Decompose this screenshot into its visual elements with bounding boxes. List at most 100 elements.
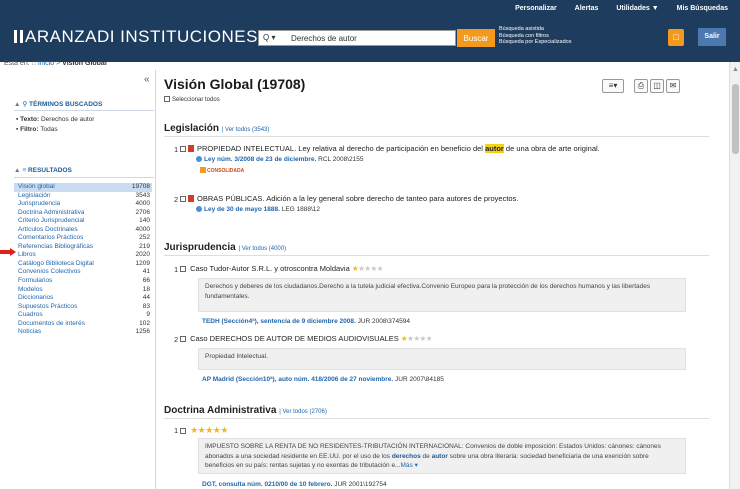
sidebar-item-result[interactable]: Legislación 3543 — [14, 192, 152, 201]
result-title[interactable]: ★★★★★ — [180, 425, 228, 436]
result-category-label[interactable]: Catálogo Biblioteca Digital — [18, 260, 94, 269]
logout-button[interactable]: Salir — [698, 28, 726, 46]
reference-link[interactable]: Ley núm. 3/2008 de 23 de diciembre. — [204, 156, 316, 163]
title-text[interactable]: Caso Tudor-Autor S.R.L. y otroscontra Mo… — [190, 264, 350, 273]
reference-link[interactable]: DGT, consulta núm. 0210/00 de 10 febrero… — [202, 481, 332, 488]
title-text[interactable]: PROPIEDAD INTELECTUAL. Ley relativa al d… — [197, 144, 483, 153]
result-category-label[interactable]: Diccionarios — [18, 294, 53, 303]
result-title[interactable]: OBRAS PÚBLICAS. Adición a la ley general… — [180, 194, 518, 203]
terms-header[interactable]: ▲ ⚲ TÉRMINOS BUSCADOS — [14, 100, 102, 108]
result-category-label[interactable]: Comentarios Prácticos — [18, 234, 83, 243]
results-list: Visión global 19708 Legislación 3543 Jurispr… — [14, 183, 152, 337]
print-icon[interactable]: ⎙ — [634, 79, 648, 93]
result-category-label[interactable]: Cuadros — [18, 311, 43, 320]
title-text[interactable]: Caso DERECHOS DE AUTOR DE MEDIOS AUDIOVI… — [190, 334, 399, 343]
result-category-label[interactable]: Supuestos Prácticos — [18, 303, 77, 312]
link-busqueda-especializados[interactable]: Búsqueda por Especializados — [499, 39, 571, 46]
result-category-label[interactable]: Documentos de interés — [18, 320, 85, 329]
scroll-up-icon[interactable]: ▲ — [732, 66, 739, 73]
sidebar-item-result[interactable]: Convenios Colectivos 41 — [14, 268, 152, 277]
result-category-label[interactable]: Modelos — [18, 286, 43, 295]
scrollbar-thumb[interactable] — [732, 84, 739, 154]
shopping-bag-icon[interactable]: □ — [668, 29, 684, 46]
sidebar-item-result[interactable]: Referencias Bibliográficas 219 — [14, 243, 152, 252]
save-icon[interactable]: ◫ — [650, 79, 664, 93]
sidebar-item-result[interactable]: Cuadros 9 — [14, 311, 152, 320]
item-number: 1 — [174, 145, 179, 154]
item-number: 1 — [174, 426, 179, 435]
reference-link[interactable]: Ley de 30 de mayo 1888. — [204, 206, 280, 213]
result-count: 9 — [146, 311, 150, 319]
result-category-label[interactable]: Visión global — [18, 183, 55, 192]
sidebar-item-result[interactable]: Supuestos Prácticos 83 — [14, 303, 152, 312]
link-mis-busquedas[interactable]: Mis Búsquedas — [677, 5, 728, 12]
search-button[interactable]: Buscar — [457, 29, 495, 47]
view-all-jurisprudencia[interactable]: | Ver todos (4000) — [238, 246, 286, 252]
item-checkbox[interactable] — [180, 266, 186, 272]
sidebar-item-result[interactable]: Doctrina Administrativa 2706 — [14, 209, 152, 218]
result-category-label[interactable]: Criterio Jurisprudencial — [18, 217, 84, 226]
result-category-label[interactable]: Doctrina Administrativa — [18, 209, 84, 218]
title-text[interactable]: OBRAS PÚBLICAS. Adición a la ley general… — [197, 194, 518, 203]
result-category-label[interactable]: Legislación — [18, 192, 51, 201]
reference-link[interactable]: TEDH (Sección4ª), sentencia de 9 diciemb… — [202, 318, 356, 325]
result-title[interactable]: Caso DERECHOS DE AUTOR DE MEDIOS AUDIOVI… — [180, 334, 432, 343]
scrollbar[interactable]: ▲ — [729, 62, 740, 489]
result-category-label[interactable]: Jurisprudencia — [18, 200, 60, 209]
result-category-label[interactable]: Formularios — [18, 277, 52, 286]
sort-dropdown-icon[interactable]: ≡▾ — [602, 79, 624, 93]
reference-link[interactable]: AP Madrid (Sección10ª), auto núm. 418/20… — [202, 376, 393, 383]
breadcrumb-home[interactable]: Inicio — [38, 60, 54, 67]
title-text-end[interactable]: de una obra de arte original. — [506, 144, 600, 153]
results-header[interactable]: ▲ ≡ RESULTADOS — [14, 167, 72, 174]
item-checkbox[interactable] — [180, 196, 186, 202]
result-category-label[interactable]: Artículos Doctrinales — [18, 226, 78, 235]
sidebar-item-result[interactable]: Comentarios Prácticos 252 — [14, 234, 152, 243]
more-link[interactable]: Más ▾ — [400, 462, 417, 469]
view-all-label[interactable]: Ver todos (2706) — [282, 409, 326, 415]
collapse-sidebar-icon[interactable]: « — [144, 74, 150, 85]
result-title[interactable]: PROPIEDAD INTELECTUAL. Ley relativa al d… — [180, 144, 600, 153]
sidebar-item-result[interactable]: Artículos Doctrinales 4000 — [14, 226, 152, 235]
result-category-label[interactable]: Referencias Bibliográficas — [18, 243, 93, 252]
search-input[interactable] — [291, 32, 451, 44]
sidebar-item-result[interactable]: Libros 2020 — [14, 251, 152, 260]
breadcrumb-bar: Está en: ⌂ Inicio > Visión Global — [4, 60, 107, 67]
result-category-label[interactable]: Noticias — [18, 328, 41, 337]
sidebar-item-result[interactable]: Diccionarios 44 — [14, 294, 152, 303]
view-all-legislacion[interactable]: | Ver todos (3543) — [222, 127, 270, 133]
result-category-label[interactable]: Libros — [18, 251, 36, 260]
check-icon — [200, 167, 206, 173]
view-all-doctrina[interactable]: | Ver todos (2706) — [279, 409, 327, 415]
sidebar-item-result[interactable]: Jurisprudencia 4000 — [14, 200, 152, 209]
consolidated-badge: CONSOLIDADA — [200, 167, 244, 174]
item-checkbox[interactable] — [180, 428, 186, 434]
sidebar-item-result[interactable]: Formularios 66 — [14, 277, 152, 286]
result-count: 44 — [142, 294, 150, 302]
text-value: Derechos de autor — [40, 116, 95, 123]
item-checkbox[interactable] — [180, 336, 186, 342]
result-title[interactable]: Caso Tudor-Autor S.R.L. y otroscontra Mo… — [180, 264, 383, 273]
sidebar-item-result[interactable]: Noticias 1256 — [14, 328, 152, 337]
sidebar-item-result[interactable]: Documentos de interés 102 — [14, 320, 152, 329]
brand-logo[interactable]: ARANZADI INSTITUCIONES — [14, 27, 258, 47]
result-count: 2706 — [135, 208, 150, 216]
view-all-label[interactable]: Ver todos (3543) — [225, 127, 269, 133]
item-checkbox[interactable] — [180, 146, 186, 152]
select-all[interactable]: Seleccionar todos — [164, 96, 220, 103]
select-all-checkbox[interactable] — [164, 96, 170, 102]
reference-code: RCL 2008\2155 — [318, 156, 364, 163]
highlight-term: derechos — [391, 452, 421, 460]
sidebar-item-result[interactable]: Criterio Jurisprudencial 140 — [14, 217, 152, 226]
sidebar-item-result[interactable]: Modelos 18 — [14, 286, 152, 295]
view-all-label[interactable]: Ver todos (4000) — [242, 246, 286, 252]
link-utilidades[interactable]: Utilidades ▼ — [616, 5, 658, 12]
sidebar-item-result[interactable]: Catálogo Biblioteca Digital 1209 — [14, 260, 152, 269]
search-scope-dropdown[interactable]: Q ▾ — [263, 33, 275, 42]
result-category-label[interactable]: Convenios Colectivos — [18, 268, 81, 277]
link-personalizar[interactable]: Personalizar — [515, 5, 557, 12]
email-icon[interactable]: ✉ — [666, 79, 680, 93]
highlight-term: autor — [431, 452, 448, 460]
sidebar-item-result[interactable]: Visión global 19708 — [14, 183, 152, 192]
link-alertas[interactable]: Alertas — [575, 5, 599, 12]
